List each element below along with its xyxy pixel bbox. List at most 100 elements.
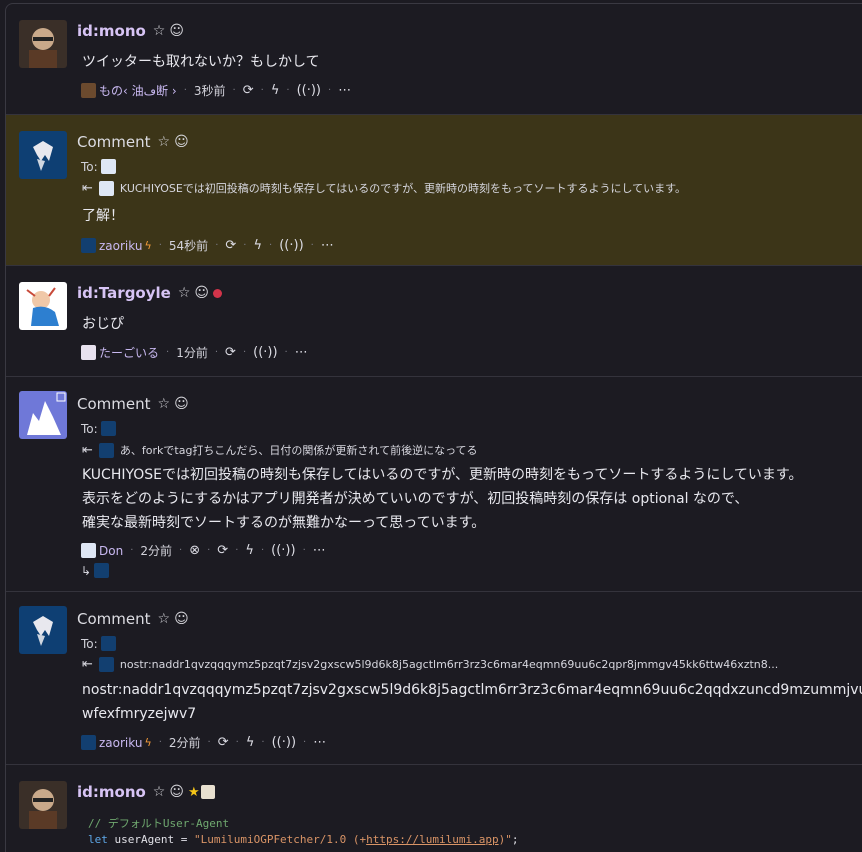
repost-icon[interactable]: ⟳ (225, 238, 236, 253)
note-header: Comment ☆ ☺ (77, 393, 189, 415)
repost-icon[interactable]: ⟳ (225, 345, 236, 360)
timestamp[interactable]: 54秒前 (169, 237, 208, 254)
more-icon[interactable]: ⋯ (338, 83, 351, 98)
avatar[interactable] (81, 238, 96, 253)
reply-to: To: (81, 159, 116, 174)
code-link[interactable]: https://lumilumi.app (366, 833, 498, 846)
more-icon[interactable]: ⋯ (321, 238, 334, 253)
zap-icon[interactable]: ϟ (245, 543, 254, 558)
more-icon[interactable]: ⋯ (313, 735, 326, 750)
reaction-emoji-icon[interactable] (213, 288, 223, 298)
circle-x-icon[interactable]: ⊗ (189, 543, 200, 558)
avatar[interactable] (19, 282, 67, 330)
author-name[interactable]: zaoriku (99, 239, 142, 253)
smiley-icon[interactable]: ☺ (169, 784, 184, 800)
repost-icon[interactable]: ⟳ (218, 735, 229, 750)
avatar[interactable] (19, 131, 67, 179)
note-header: Comment ☆ ☺ (77, 608, 189, 630)
timeline: id:mono ☆ ☺ ツイッターも取れないか？もしかして もの‹ 油ڡ断 › … (5, 3, 862, 852)
timestamp[interactable]: 2分前 (169, 734, 201, 751)
quoted-reply[interactable]: ⇤ nostr:naddr1qvzqqqymz5pzqt7zjsv2gxscw5… (82, 657, 778, 672)
note: id:mono ☆ ☺ ★ // デフォルトUser-Agent let use… (6, 765, 862, 852)
zap-icon[interactable]: ϟ (271, 83, 280, 98)
note: Comment ☆ ☺ To: ⇤ KUCHIYOSEでは初回投稿の時刻も保存し… (6, 115, 862, 266)
star-icon[interactable]: ☆ (158, 611, 171, 627)
author-id[interactable]: Comment (77, 133, 151, 151)
avatar[interactable] (81, 345, 96, 360)
star-icon[interactable]: ☆ (153, 23, 166, 39)
broadcast-icon[interactable]: ((·)) (271, 543, 295, 558)
note-text-line: wfexfmryzejwv7 (82, 706, 197, 722)
author-id[interactable]: id:Targoyle (77, 284, 171, 302)
zap-icon[interactable]: ϟ (253, 238, 262, 253)
timestamp[interactable]: 3秒前 (194, 82, 226, 99)
reaction-star-icon[interactable]: ★ (188, 785, 200, 800)
more-icon[interactable]: ⋯ (295, 345, 308, 360)
mention-avatar[interactable] (98, 657, 114, 672)
smiley-icon[interactable]: ☺ (194, 285, 209, 301)
star-icon[interactable]: ☆ (153, 784, 166, 800)
author-name[interactable]: Don (99, 544, 123, 558)
quoted-reply[interactable]: ⇤ あ、forkでtag打ちこんだら、日付の関係が更新されて前後逆になってる (82, 442, 478, 458)
zap-icon[interactable]: ϟ (246, 735, 255, 750)
author-name[interactable]: たーごいる (99, 344, 159, 361)
author-id[interactable]: Comment (77, 610, 151, 628)
timestamp[interactable]: 1分前 (176, 344, 208, 361)
note-header: id:mono ☆ ☺ (77, 20, 184, 42)
smiley-icon[interactable]: ☺ (174, 396, 189, 412)
author-id[interactable]: Comment (77, 395, 151, 413)
note-footer: zaoriku ϟ · 2分前 · ⟳ · ϟ · ((·)) · ⋯ (81, 734, 326, 751)
note-footer: zaoriku ϟ · 54秒前 · ⟳ · ϟ · ((·)) · ⋯ (81, 237, 334, 254)
note: id:Targoyle ☆ ☺ おじぴ たーごいる · 1分前 · ⟳ · ((… (6, 266, 862, 377)
author-id[interactable]: id:mono (77, 22, 146, 40)
repost-icon[interactable]: ⟳ (217, 543, 228, 558)
code-line: let userAgent = "LumilumiOGPFetcher/1.0 … (88, 833, 519, 846)
reply-text: KUCHIYOSEでは初回投稿の時刻も保存してはいるのですが、更新時の時刻をもっ… (119, 182, 687, 195)
avatar[interactable] (19, 606, 67, 654)
reply-avatar[interactable] (94, 563, 110, 578)
smiley-icon[interactable]: ☺ (174, 134, 189, 150)
reaction-emoji-icon[interactable] (200, 785, 215, 799)
reply-arrow-icon: ⇤ (82, 180, 93, 196)
smiley-icon[interactable]: ☺ (174, 611, 189, 627)
more-icon[interactable]: ⋯ (313, 543, 326, 558)
note-header: id:Targoyle ☆ ☺ (77, 282, 223, 304)
mention-avatar[interactable] (98, 442, 114, 458)
mention-avatar[interactable] (100, 636, 116, 651)
avatar[interactable] (19, 781, 67, 829)
author-id[interactable]: id:mono (77, 783, 146, 801)
timestamp[interactable]: 2分前 (140, 542, 172, 559)
avatar[interactable] (81, 543, 96, 558)
star-icon[interactable]: ☆ (158, 396, 171, 412)
mention-avatar[interactable] (98, 180, 114, 196)
note: id:mono ☆ ☺ ツイッターも取れないか？もしかして もの‹ 油ڡ断 › … (6, 4, 862, 115)
reply-arrow-icon: ⇤ (82, 442, 93, 458)
star-icon[interactable]: ☆ (158, 134, 171, 150)
quoted-reply[interactable]: ⇤ KUCHIYOSEでは初回投稿の時刻も保存してはいるのですが、更新時の時刻を… (82, 180, 686, 196)
author-name[interactable]: もの‹ 油ڡ断 › (99, 82, 177, 99)
thread-marker: ↳ (81, 563, 92, 578)
smiley-icon[interactable]: ☺ (169, 23, 184, 39)
thread-replies[interactable]: ↳ (81, 563, 110, 578)
avatar[interactable] (19, 20, 67, 68)
avatar[interactable] (81, 83, 96, 98)
repost-icon[interactable]: ⟳ (243, 83, 254, 98)
note-text: ツイッターも取れないか？もしかして (82, 54, 320, 70)
avatar[interactable] (19, 391, 67, 439)
author-name[interactable]: zaoriku (99, 736, 142, 750)
reply-to: To: (81, 636, 116, 651)
broadcast-icon[interactable]: ((·)) (272, 735, 296, 750)
note-footer: Don · 2分前 · ⊗ · ⟳ · ϟ · ((·)) · ⋯ (81, 542, 326, 559)
mention-avatar[interactable] (100, 159, 116, 174)
to-label: To: (81, 421, 98, 436)
broadcast-icon[interactable]: ((·)) (253, 345, 277, 360)
note: Comment ☆ ☺ To: ⇤ あ、forkでtag打ちこんだら、日付の関係… (6, 377, 862, 592)
star-icon[interactable]: ☆ (178, 285, 191, 301)
broadcast-icon[interactable]: ((·)) (279, 238, 303, 253)
zap-badge-icon: ϟ (144, 239, 152, 252)
code-comment: // デフォルトUser-Agent (88, 817, 230, 830)
broadcast-icon[interactable]: ((·)) (297, 83, 321, 98)
note: Comment ☆ ☺ To: ⇤ nostr:naddr1qvzqqqymz5… (6, 592, 862, 765)
avatar[interactable] (81, 735, 96, 750)
mention-avatar[interactable] (100, 421, 116, 436)
